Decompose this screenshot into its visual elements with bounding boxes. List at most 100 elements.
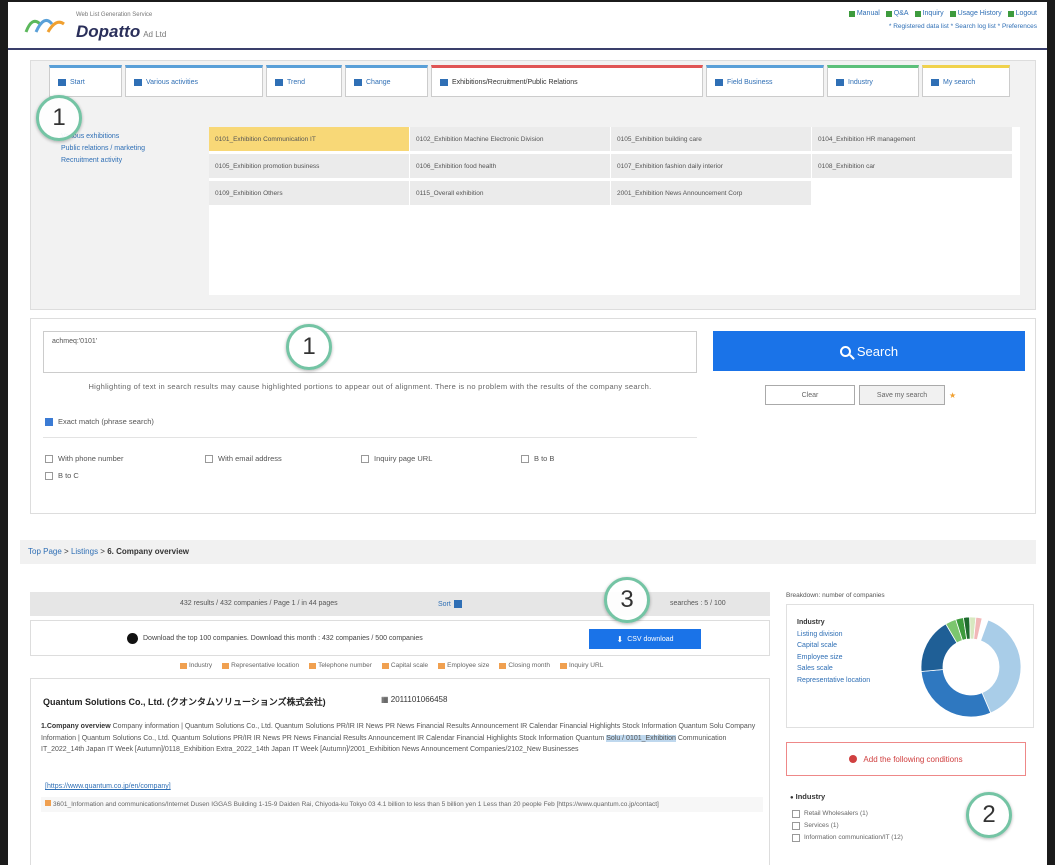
download-text: Download the top 100 companies. Download… <box>143 635 423 642</box>
industry-option[interactable]: Information communication/IT (12) <box>792 832 903 844</box>
industry-checkbox[interactable] <box>792 822 800 830</box>
industry-icon <box>180 662 187 669</box>
filter-btoc[interactable]: B to C <box>45 471 145 480</box>
filter-checkbox[interactable] <box>45 471 53 480</box>
category-side-links: Various exhibitions Public relations / m… <box>61 131 145 167</box>
tab-various-activities[interactable]: Various activities <box>125 65 263 97</box>
category-cell[interactable]: 0108_Exhibition car <box>812 154 1012 178</box>
usage-history-link[interactable]: Usage History <box>949 10 1002 17</box>
tab-field-business[interactable]: Field Business <box>706 65 824 97</box>
category-cell[interactable]: 0101_Exhibition Communication IT <box>209 127 409 151</box>
filter-checkbox[interactable] <box>205 454 213 463</box>
home-icon <box>58 78 66 86</box>
tab-change[interactable]: Change <box>345 65 428 97</box>
breakdown-link[interactable]: Representative location <box>797 675 870 687</box>
sort-button[interactable]: Sort <box>438 600 462 608</box>
breakdown-link[interactable]: Sales scale <box>797 663 870 675</box>
category-cell[interactable]: 0105_Exhibition promotion business <box>209 154 409 178</box>
tab-my-search[interactable]: My search <box>922 65 1010 97</box>
donut-slice[interactable] <box>980 619 1022 714</box>
donut-slice[interactable] <box>920 669 992 718</box>
side-link-recruitment[interactable]: Recruitment activity <box>61 155 145 167</box>
breakdown-link-industry[interactable]: Industry <box>797 617 870 629</box>
legend-item: Capital scale <box>381 662 428 669</box>
grid-icon <box>715 78 723 86</box>
filter-phone[interactable]: With phone number <box>45 454 205 463</box>
exact-match-checkbox[interactable] <box>45 417 53 426</box>
annotation-badge: 3 <box>604 577 650 623</box>
logo-tagline: Web List Generation Service <box>76 12 153 18</box>
legend-item: Telephone number <box>309 662 372 669</box>
industry-option[interactable]: Services (1) <box>792 820 903 832</box>
company-name[interactable]: Quantum Solutions Co., Ltd. (クオンタムソリューショ… <box>43 695 326 708</box>
header-links: Manual Q&A Inquiry Usage History Logout … <box>848 10 1037 30</box>
logout-link[interactable]: Logout <box>1007 10 1037 17</box>
chart-icon <box>354 78 362 86</box>
category-cell[interactable]: 0115_Overall exhibition <box>410 181 610 205</box>
tab-industry[interactable]: Industry <box>827 65 919 97</box>
inquiry-link[interactable]: Inquiry <box>914 10 944 17</box>
clear-button[interactable]: Clear <box>765 385 855 405</box>
category-cell[interactable]: 0106_Exhibition food health <box>410 154 610 178</box>
category-cell[interactable]: 0105_Exhibition building care <box>611 127 811 151</box>
mail-icon <box>914 10 921 17</box>
category-cell[interactable]: 0104_Exhibition HR management <box>812 127 1012 151</box>
industry-checkbox[interactable] <box>792 834 800 842</box>
header: Web List Generation Service Dopatto Ad Lt… <box>8 2 1047 50</box>
annotation-badge: 2 <box>966 792 1012 838</box>
company-url[interactable]: [https://www.quantum.co.jp/en/company] <box>45 783 171 790</box>
add-conditions-button[interactable]: Add the following conditions <box>786 742 1026 776</box>
side-link-public-relations[interactable]: Public relations / marketing <box>61 143 145 155</box>
search-button[interactable]: Search <box>713 331 1025 371</box>
history-icon <box>949 10 956 17</box>
category-cell[interactable]: 0102_Exhibition Machine Electronic Divis… <box>410 127 610 151</box>
breadcrumb-listings[interactable]: Listings <box>71 547 98 556</box>
highlight-note: Highlighting of text in search results m… <box>88 382 652 391</box>
category-cell[interactable]: 0107_Exhibition fashion daily interior <box>611 154 811 178</box>
qa-icon <box>885 10 892 17</box>
breakdown-box: Industry Listing division Capital scale … <box>786 604 1034 728</box>
legend-item: Employee size <box>438 662 489 669</box>
results-header: 432 results / 432 companies / Page 1 / i… <box>30 592 770 616</box>
filter-btob[interactable]: B to B <box>521 454 645 463</box>
qa-link[interactable]: Q&A <box>885 10 909 17</box>
breakdown-link[interactable]: Capital scale <box>797 640 870 652</box>
grid-icon <box>134 78 142 86</box>
category-grid: 0101_Exhibition Communication IT 0102_Ex… <box>209 127 1020 295</box>
breakdown-link[interactable]: Listing division <box>797 629 870 641</box>
save-search-button[interactable]: Save my search <box>859 385 945 405</box>
annotation-badge: 1 <box>286 324 332 370</box>
filter-checkbox[interactable] <box>521 454 529 463</box>
category-cell[interactable]: 2001_Exhibition News Announcement Corp <box>611 181 811 205</box>
calendar-icon <box>499 662 507 669</box>
tab-exhibitions[interactable]: Exhibitions/Recruitment/Public Relations <box>431 65 703 97</box>
logo-mark-icon <box>24 18 65 33</box>
breadcrumb-top[interactable]: Top Page <box>28 547 62 556</box>
legend-item: Inquiry URL <box>559 662 603 669</box>
filter-checkbox[interactable] <box>361 454 369 463</box>
search-query-input[interactable]: achmeq:'0101' <box>43 331 697 373</box>
csv-download-button[interactable]: ⬇ CSV download <box>589 629 701 649</box>
breakdown-sidebar: Breakdown: number of companies Industry … <box>786 592 1036 842</box>
legend-item: Representative location <box>222 662 299 669</box>
manual-link[interactable]: Manual <box>848 10 880 17</box>
breakdown-link[interactable]: Employee size <box>797 652 870 664</box>
industry-checkbox[interactable] <box>792 810 800 818</box>
tab-start[interactable]: Start <box>49 65 122 97</box>
filter-inquiry[interactable]: Inquiry page URL <box>361 454 521 463</box>
results-panel: 432 results / 432 companies / Page 1 / i… <box>30 592 770 865</box>
logout-icon <box>1007 10 1014 17</box>
tab-trend[interactable]: Trend <box>266 65 342 97</box>
download-icon: ⬇ <box>616 634 624 644</box>
category-cell[interactable]: 0109_Exhibition Others <box>209 181 409 205</box>
star-icon: ★ <box>949 390 957 400</box>
search-panel: achmeq:'0101' Highlighting of text in se… <box>30 318 1036 514</box>
tab-bar: Start Various activities Trend Change Ex… <box>49 65 1010 97</box>
result-legend: Industry Representative location Telepho… <box>180 662 603 669</box>
filter-email[interactable]: With email address <box>205 454 361 463</box>
logo[interactable]: Web List Generation Service Dopatto Ad Lt… <box>22 10 202 44</box>
industry-option[interactable]: Retail Wholesalers (1) <box>792 808 903 820</box>
exact-match-option[interactable]: Exact match (phrase search) <box>45 417 154 426</box>
header-sublinks[interactable]: * Registered data list * Search log list… <box>849 23 1037 30</box>
filter-checkbox[interactable] <box>45 454 53 463</box>
